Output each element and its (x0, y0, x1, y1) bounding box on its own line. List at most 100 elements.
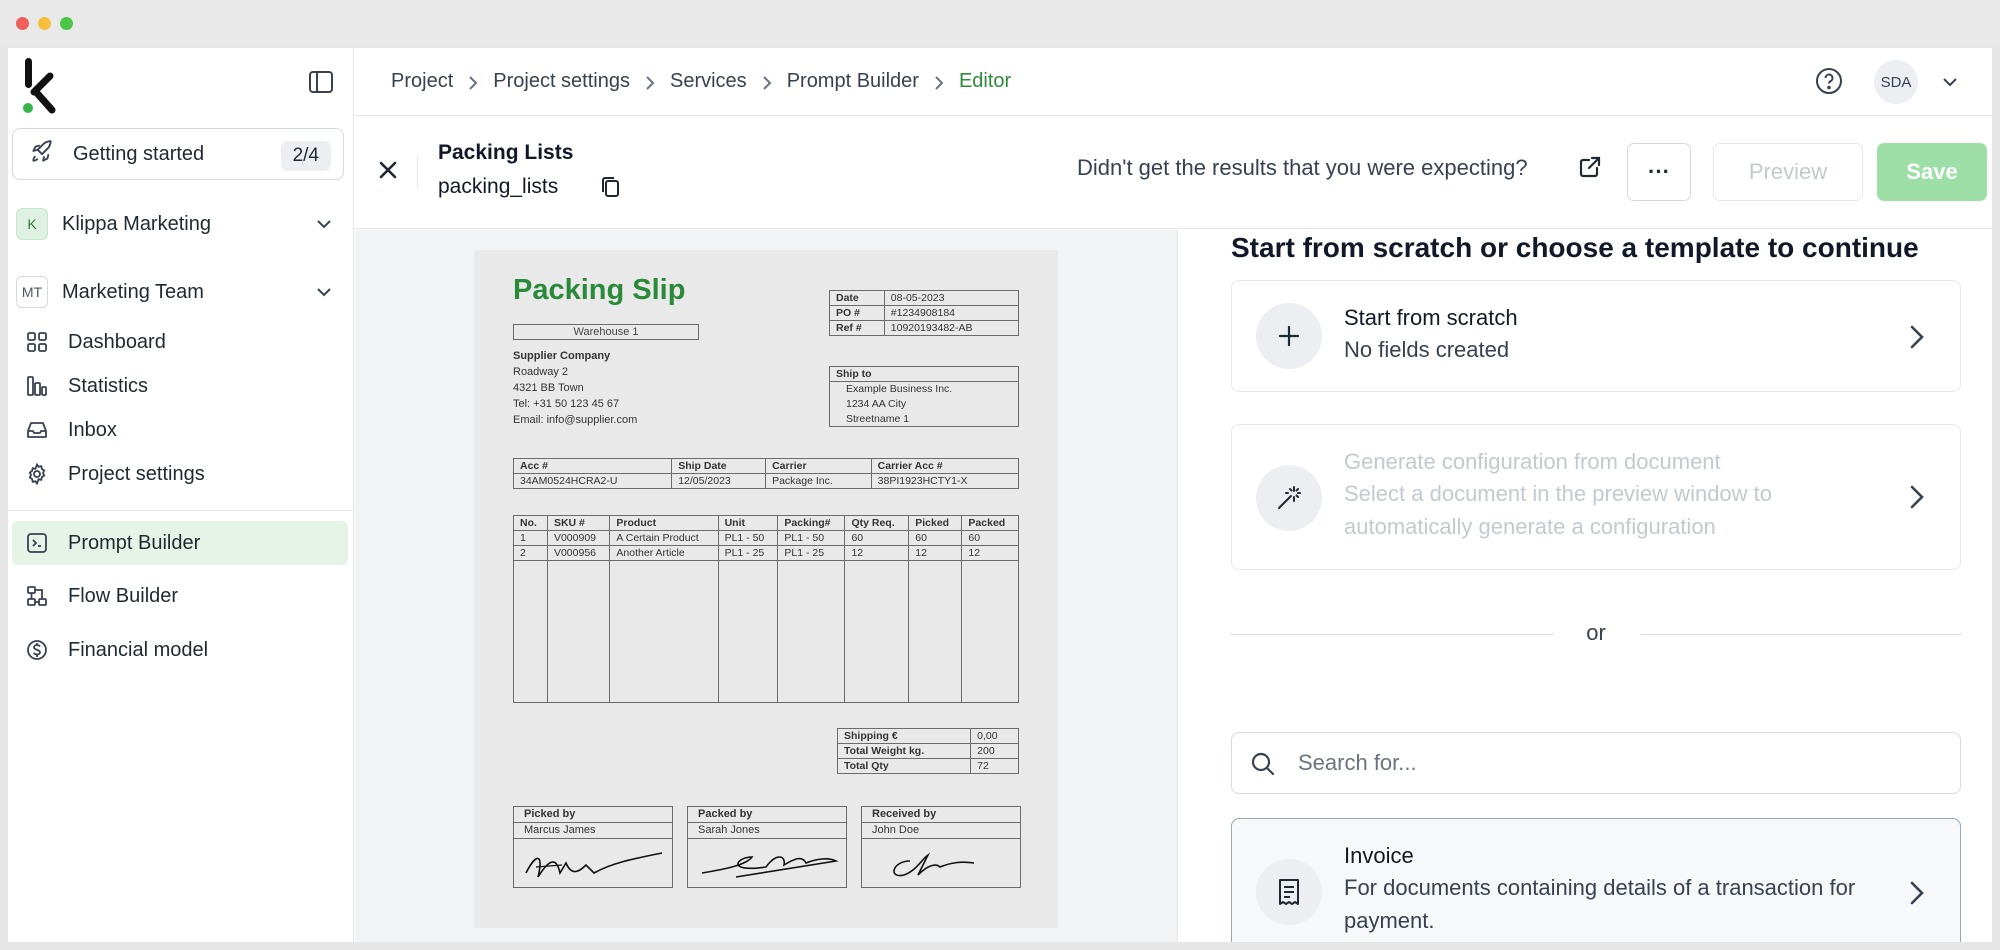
chevron-right-icon (1908, 879, 1926, 907)
option-title: Invoice (1344, 843, 1414, 868)
bar-chart-icon (24, 373, 50, 399)
receipt-icon (1256, 859, 1322, 925)
signature-box-received: Received by John Doe (861, 806, 1021, 888)
table-row: Ref #10920193482-AB (829, 320, 1020, 336)
organization-switcher[interactable]: K Klippa Marketing (16, 204, 346, 244)
chevron-right-icon (933, 74, 945, 90)
chevron-right-icon (1908, 323, 1926, 351)
signature-image (701, 856, 839, 878)
team-switcher[interactable]: MT Marketing Team (16, 272, 346, 312)
help-icon[interactable] (1814, 66, 1844, 96)
chevron-right-icon (1908, 483, 1926, 511)
sidebar-item-statistics[interactable]: Statistics (12, 364, 348, 408)
flow-icon (24, 583, 50, 609)
table-row: Example Business Inc. (829, 381, 1019, 397)
organization-badge: K (16, 208, 48, 240)
chevron-right-icon (761, 74, 773, 90)
option-title: Generate configuration from document (1344, 449, 1721, 474)
dollar-circle-icon (24, 637, 50, 663)
document-type-title: Packing Lists (438, 141, 574, 164)
generate-configuration-card[interactable]: Generate configuration from document Sel… (1231, 424, 1961, 570)
items-table: No. SKU # Product Unit Packing# Qty Req.… (513, 515, 1019, 703)
save-button[interactable]: Save (1877, 143, 1987, 201)
maximize-window-button[interactable] (60, 17, 73, 30)
sidebar-item-label: Flow Builder (68, 584, 179, 607)
table-row (513, 560, 1019, 703)
table-row: 1234 AA City (829, 396, 1019, 412)
close-icon[interactable] (375, 157, 401, 183)
table-row: Shipping €0,00 (836, 728, 1019, 744)
external-link-icon[interactable] (1577, 154, 1603, 180)
magic-wand-icon (1256, 465, 1322, 531)
more-options-button[interactable]: ··· (1627, 143, 1691, 201)
avatar[interactable]: SDA (1874, 60, 1918, 104)
signature-box-picked: Picked by Marcus James (513, 806, 673, 888)
breadcrumb-item-project[interactable]: Project (391, 70, 453, 93)
sidebar-toggle-icon[interactable] (308, 70, 334, 94)
sidebar-item-label: Financial model (68, 638, 209, 661)
getting-started-progress: 2/4 (280, 141, 331, 171)
getting-started-label: Getting started (73, 142, 205, 165)
minimize-window-button[interactable] (38, 17, 51, 30)
chevron-right-icon (467, 74, 479, 90)
inbox-icon (24, 417, 50, 443)
chevron-right-icon (644, 74, 656, 90)
copy-icon[interactable] (599, 175, 621, 199)
table-row: Streetname 1 (829, 411, 1019, 427)
document-preview-pane[interactable]: Packing Slip Warehouse 1 Date 08-05-2023 … (355, 230, 1178, 942)
meta-table: Date 08-05-2023 PO # #1234908184 Ref #1092… (829, 290, 1020, 336)
totals-table: Shipping €0,00 Total Weight kg. 200 Total… (836, 728, 1019, 774)
team-badge: MT (16, 276, 48, 308)
document-type-key: packing_lists (438, 175, 559, 198)
sidebar: Getting started 2/4 K Klippa Marketing M… (8, 48, 354, 942)
sidebar-item-flow-builder[interactable]: Flow Builder (12, 574, 348, 618)
start-from-scratch-card[interactable]: Start from scratch No fields created (1231, 280, 1961, 392)
template-search[interactable] (1231, 732, 1961, 794)
or-divider: or (1231, 620, 1961, 650)
sidebar-item-inbox[interactable]: Inbox (12, 408, 348, 452)
signature-box-packed: Packed by Sarah Jones (687, 806, 847, 888)
document-page[interactable]: Packing Slip Warehouse 1 Date 08-05-2023 … (474, 250, 1058, 928)
organization-name: Klippa Marketing (62, 212, 211, 235)
warehouse-field: Warehouse 1 (513, 324, 699, 340)
rocket-icon (29, 139, 55, 170)
table-row: Total Qty 72 (836, 758, 1019, 774)
feedback-link[interactable]: Didn't get the results that you were exp… (1077, 155, 1528, 181)
table-row: Total Weight kg. 200 (836, 743, 1019, 759)
close-window-button[interactable] (16, 17, 29, 30)
option-description: Select a document in the preview window … (1344, 481, 1773, 539)
app-frame: Getting started 2/4 K Klippa Marketing M… (0, 0, 2000, 950)
signature-image (893, 852, 975, 877)
top-header: Project Project settings Services Prompt… (355, 48, 1992, 116)
option-description: No fields created (1344, 337, 1510, 362)
window-titlebar (0, 0, 2000, 46)
sidebar-item-label: Inbox (68, 418, 117, 441)
ship-to-table: Ship to Example Business Inc. 1234 AA Ci… (829, 366, 1019, 427)
table-row: PO # #1234908184 (829, 305, 1020, 321)
sidebar-item-financial-model[interactable]: Financial model (12, 628, 348, 672)
plus-icon (1256, 303, 1322, 369)
klippa-logo[interactable] (16, 56, 64, 116)
team-name: Marketing Team (62, 280, 204, 303)
breadcrumb-item-project-settings[interactable]: Project settings (493, 70, 630, 93)
header-divider (417, 155, 418, 189)
search-input[interactable] (1298, 745, 1938, 781)
chevron-down-icon[interactable] (1940, 72, 1960, 92)
table-row: Acc # Ship Date Carrier Carrier Acc # (512, 458, 1020, 474)
sidebar-item-project-settings[interactable]: Project settings (12, 452, 348, 496)
invoice-template-card[interactable]: Invoice For documents containing details… (1231, 818, 1961, 942)
shipping-table: Acc # Ship Date Carrier Carrier Acc # 34… (512, 458, 1020, 489)
preview-button[interactable]: Preview (1713, 143, 1863, 201)
sidebar-item-dashboard[interactable]: Dashboard (12, 320, 348, 364)
option-title: Start from scratch (1344, 305, 1518, 330)
breadcrumb-item-prompt-builder[interactable]: Prompt Builder (787, 70, 919, 93)
breadcrumb-item-services[interactable]: Services (670, 70, 747, 93)
table-row: 2 V000956 Another Article PL1 - 25 PL1 - 2… (513, 545, 1019, 561)
getting-started-button[interactable]: Getting started 2/4 (12, 128, 344, 180)
or-label: or (1586, 620, 1606, 645)
table-row: No. SKU # Product Unit Packing# Qty Req.… (513, 515, 1019, 531)
search-icon (1250, 751, 1276, 777)
sidebar-item-label: Dashboard (68, 330, 166, 353)
app-window: Getting started 2/4 K Klippa Marketing M… (8, 48, 1992, 942)
sidebar-item-prompt-builder[interactable]: Prompt Builder (12, 521, 348, 565)
